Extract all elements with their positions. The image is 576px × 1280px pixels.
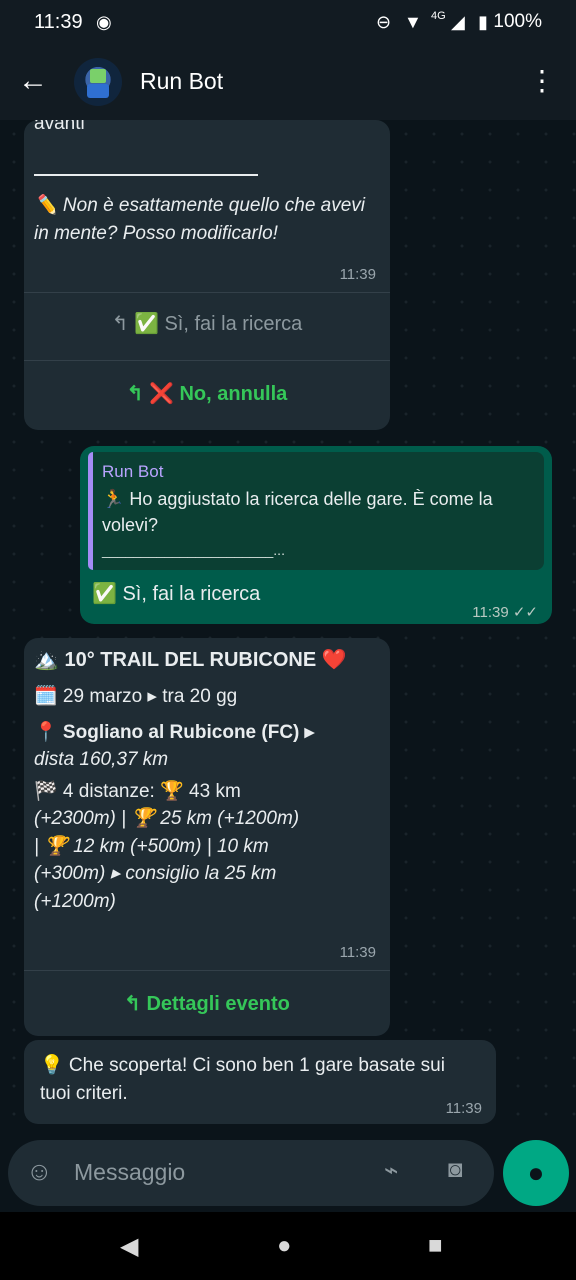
sync-icon: ◉ (96, 12, 112, 32)
course-line: (+300m) ▸ consiglio la 25 km (34, 863, 277, 885)
chat-header: ← Run Bot ⋮ (0, 44, 576, 120)
quote-author: Run Bot (102, 462, 164, 481)
divider (24, 292, 390, 293)
do-not-disturb-icon: ⊖ (376, 12, 392, 32)
message-body: ✏️ Non è esattamente quello che avevi in… (34, 195, 366, 244)
message-time: 11:39 (339, 944, 376, 961)
robot-body-icon (87, 84, 109, 98)
quote-bar (88, 452, 93, 570)
divider (24, 360, 390, 361)
separator-line (34, 174, 258, 176)
event-distance: dista 160,37 km (34, 749, 169, 771)
event-location: 📍 Sogliano al Rubicone (FC) ▸ (34, 721, 315, 743)
reply-text: ✅ Sì, fai la ricerca (92, 583, 261, 605)
message-time: 11:39 (445, 1100, 482, 1117)
course-line: | 🏆 12 km (+500m) | 10 km (34, 835, 269, 857)
user-reply-message: Run Bot 🏃 Ho aggiustato la ricerca delle… (80, 446, 552, 624)
message-placeholder[interactable]: Messaggio (74, 1159, 185, 1186)
avatar[interactable] (74, 58, 122, 106)
yes-search-button[interactable]: ↰ ✅ Sì, fai la ricerca (24, 310, 390, 339)
message-composer[interactable]: ☺ Messaggio ⌁ ◙ (8, 1140, 494, 1206)
recent-apps-icon[interactable]: ■ (428, 1232, 443, 1260)
event-date: 🗓️ 29 marzo ▸ tra 20 gg (34, 686, 238, 707)
quoted-message[interactable]: Run Bot 🏃 Ho aggiustato la ricerca delle… (88, 452, 544, 570)
navigation-bar: ◀ ● ■ (0, 1212, 576, 1280)
cancel-button[interactable]: ↰ ❌ No, annulla (24, 380, 390, 409)
chat-area[interactable]: avanti ✏️ Non è esattamente quello che a… (0, 120, 576, 1134)
signal-icon: ◢ (451, 12, 465, 32)
course-line: (+1200m) (34, 890, 116, 912)
event-content: 🏔️ 10° TRAIL DEL RUBICONE ❤️ 🗓️ 29 marzo… (34, 646, 384, 915)
emoji-icon[interactable]: ☺ (26, 1156, 53, 1187)
back-nav-icon[interactable]: ◀ (120, 1232, 138, 1261)
quote-rule: ______________________... (102, 542, 285, 558)
course-line: (+2300m) | 🏆 25 km (+1200m) (34, 808, 300, 830)
more-options-icon[interactable]: ⋮ (528, 64, 556, 97)
home-nav-icon[interactable]: ● (277, 1232, 292, 1260)
quote-text: 🏃 Ho aggiustato la ricerca delle gare. È… (102, 489, 493, 536)
back-button[interactable]: ← (18, 64, 48, 98)
status-time: 11:39 (34, 11, 83, 33)
chat-title[interactable]: Run Bot (140, 68, 223, 95)
status-bar: 11:39 ◉ ⊖ ▼ 4G ◢ 100% ▮ (0, 0, 576, 44)
message-text: 💡 Che scoperta! Ci sono ben 1 gare basat… (40, 1055, 445, 1104)
partially-visible-text: avanti (34, 120, 85, 138)
course-line: 🏁 4 distanze: 🏆 43 km (34, 780, 241, 802)
message-text: avanti (34, 120, 85, 134)
battery-level: 100% (493, 11, 542, 32)
network-label: 4G (431, 10, 446, 22)
battery-icon: ▮ (478, 12, 488, 32)
event-message: 🏔️ 10° TRAIL DEL RUBICONE ❤️ 🗓️ 29 marzo… (24, 638, 390, 1036)
microphone-icon: ● (527, 1157, 545, 1188)
wifi-icon: ▼ (404, 12, 422, 32)
camera-icon[interactable]: ◙ (448, 1156, 463, 1184)
message-time: 11:39 (339, 266, 376, 283)
divider (24, 970, 390, 971)
robot-screen-icon (90, 69, 106, 83)
event-details-button[interactable]: ↰ Dettagli evento (24, 990, 390, 1019)
attach-icon[interactable]: ⌁ (384, 1156, 398, 1185)
event-title: 🏔️ 10° TRAIL DEL RUBICONE ❤️ (34, 649, 347, 671)
bot-message: avanti ✏️ Non è esattamente quello che a… (24, 120, 390, 430)
message-time: 11:39 ✓✓ (472, 604, 538, 621)
bot-message: 💡 Che scoperta! Ci sono ben 1 gare basat… (24, 1040, 496, 1124)
microphone-button[interactable]: ● (503, 1140, 569, 1206)
